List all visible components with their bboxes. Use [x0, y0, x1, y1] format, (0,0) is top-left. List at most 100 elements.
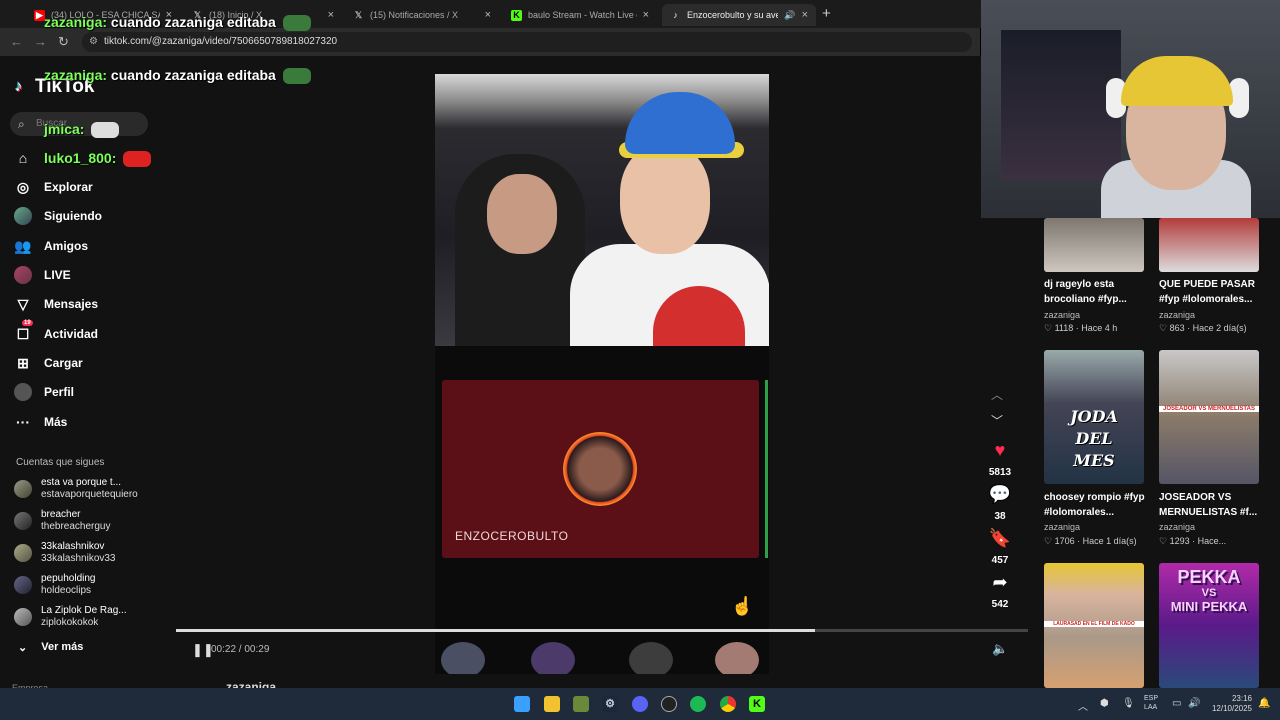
profile-card: ENZOCEROBULTO: [442, 380, 759, 558]
avatar: [629, 642, 673, 674]
browser-tab[interactable]: K baulo Stream - Watch Live on K ×: [503, 4, 657, 26]
browser-tab-active[interactable]: ♪ Enzocerobulto y su aventu 🔊 ×: [662, 4, 816, 26]
share-button[interactable]: ➦ 542: [982, 572, 1018, 612]
nav-item-live[interactable]: LIVE: [14, 264, 71, 286]
video-progress-bar[interactable]: [176, 629, 1028, 632]
clock[interactable]: 23:16 12/10/2025: [1210, 694, 1252, 714]
thumbnail-overlay-text: JOSEADOR VS MERNUELISTAS: [1159, 406, 1259, 412]
chrome-icon[interactable]: [720, 696, 736, 712]
like-button[interactable]: ♥ 5813: [982, 440, 1018, 480]
steam-icon[interactable]: ⚙: [602, 696, 618, 712]
new-tab-icon[interactable]: +: [822, 5, 831, 22]
video-frame: [435, 74, 769, 346]
obs-icon[interactable]: [661, 696, 677, 712]
chevron-up-icon[interactable]: ︿: [1078, 698, 1088, 713]
video-title[interactable]: JOSEADOR VS MERNUELISTAS #f...: [1159, 490, 1269, 520]
video-progress-fill: [176, 629, 815, 632]
video-thumbnail[interactable]: LAURASAD EN EL FILM DE KADO: [1044, 563, 1144, 688]
friends-icon: 👥: [14, 237, 32, 254]
video-title[interactable]: choosey rompio #fyp #lolomorales...: [1044, 490, 1154, 520]
following-icon: [14, 207, 32, 225]
nav-item-home[interactable]: ⌂: [14, 147, 32, 169]
home-icon: ⌂: [18, 150, 28, 166]
person-face: [620, 144, 710, 254]
speaker-icon[interactable]: 🔊: [784, 10, 795, 21]
comment-icon: 💬: [988, 484, 1012, 504]
close-tab-icon[interactable]: ×: [643, 9, 649, 21]
video-title[interactable]: dj rageylo esta brocoliano #fyp...: [1044, 277, 1154, 307]
heart-outline-icon: ♡: [1159, 323, 1168, 333]
chevron-up-icon[interactable]: ︿: [991, 386, 1003, 403]
avatar: [563, 432, 637, 506]
video-thumbnail[interactable]: JODA DEL MES: [1044, 350, 1144, 484]
kick-icon: K: [511, 9, 522, 21]
spotify-icon[interactable]: [690, 696, 706, 712]
nav-item-actividad[interactable]: ☐ 19 Actividad: [14, 320, 98, 345]
following-item[interactable]: breacher thebreacherguy: [14, 509, 111, 533]
heart-outline-icon: ♡: [1044, 323, 1053, 333]
avatar: [441, 642, 485, 674]
following-item[interactable]: 33kalashnikov 33kalashnikov33: [14, 541, 116, 565]
video-author[interactable]: zazaniga: [1044, 310, 1080, 320]
file-explorer-icon[interactable]: [544, 696, 560, 712]
upload-icon: ⊞: [17, 354, 29, 371]
site-info-icon[interactable]: ⚙: [89, 32, 98, 52]
thumbnail-overlay-text: JODA DEL MES: [1070, 407, 1118, 470]
profile-icon: [14, 383, 32, 401]
close-tab-icon[interactable]: ×: [328, 9, 334, 21]
volume-icon[interactable]: 🔈: [992, 641, 1008, 657]
see-more-button[interactable]: ⌄ Ver más: [18, 641, 83, 654]
following-item[interactable]: La Ziplok De Rag... ziplokokokok: [14, 605, 127, 629]
discord-icon[interactable]: [632, 696, 648, 712]
tiktok-icon: ♪: [15, 78, 23, 95]
video-thumbnail[interactable]: PEKKA VS MINI PEKKA: [1159, 563, 1259, 688]
windows-start-icon[interactable]: [514, 696, 530, 712]
volume-icon[interactable]: 🔊: [1188, 698, 1200, 709]
forward-icon[interactable]: →: [34, 34, 47, 49]
save-button[interactable]: 🔖 457: [982, 528, 1018, 568]
nav-item-siguiendo[interactable]: Siguiendo: [14, 205, 102, 227]
nav-item-mas[interactable]: ··· Más: [14, 411, 67, 433]
video-thumbnail[interactable]: [1044, 218, 1144, 272]
video-player[interactable]: ENZOCEROBULTO: [435, 74, 769, 674]
reload-icon[interactable]: ↻: [58, 34, 69, 50]
video-title[interactable]: QUE PUEDE PASAR #fyp #lolomorales...: [1159, 277, 1269, 307]
video-time: 00:22 / 00:29: [211, 644, 270, 655]
microphone-icon[interactable]: 🎙: [1122, 698, 1135, 709]
window-background: [1001, 30, 1121, 180]
yellow-cap: [1121, 56, 1233, 106]
network-icon[interactable]: ▭: [1172, 698, 1181, 709]
language-indicator[interactable]: ESP LAA: [1144, 694, 1158, 712]
video-author[interactable]: zazaniga: [1159, 310, 1195, 320]
url-field[interactable]: ⚙ tiktok.com/@zazaniga/video/75066507898…: [82, 32, 972, 52]
emote-icon: [123, 151, 152, 168]
comment-button[interactable]: 💬 38: [982, 484, 1018, 524]
chat-message: jmica:: [44, 121, 120, 139]
next-card-edge: [765, 380, 768, 558]
kick-icon[interactable]: K: [749, 696, 765, 712]
close-tab-icon[interactable]: ×: [802, 9, 808, 21]
compass-icon: ◎: [16, 178, 30, 195]
nav-item-perfil[interactable]: Perfil: [14, 381, 74, 403]
notification-icon[interactable]: 🔔: [1258, 698, 1270, 709]
emote-icon: [91, 122, 120, 139]
video-author[interactable]: zazaniga: [1159, 522, 1195, 532]
nav-item-cargar[interactable]: ⊞ Cargar: [14, 352, 83, 374]
search-icon: ⌕: [18, 117, 25, 131]
live-icon: [14, 266, 32, 284]
chevron-down-icon[interactable]: ﹀: [991, 412, 1003, 429]
video-thumbnail[interactable]: JOSEADOR VS MERNUELISTAS: [1159, 350, 1259, 484]
nav-item-amigos[interactable]: 👥 Amigos: [14, 235, 88, 257]
following-item[interactable]: esta va porque t... estavaporquetequiero: [14, 477, 138, 501]
nav-item-mensajes[interactable]: ▽ Mensajes: [14, 293, 98, 315]
close-tab-icon[interactable]: ×: [485, 9, 491, 21]
nav-item-explorar[interactable]: ◎ Explorar: [14, 176, 93, 198]
video-author[interactable]: zazaniga: [1044, 522, 1080, 532]
browser-tab[interactable]: 𝕏 (15) Notificaciones / X ×: [345, 4, 499, 26]
shield-icon[interactable]: ⬢: [1100, 698, 1109, 709]
app-icon[interactable]: [573, 696, 589, 712]
video-thumbnail[interactable]: [1159, 218, 1259, 272]
back-icon[interactable]: ←: [10, 34, 23, 49]
card-name: ENZOCEROBULTO: [455, 529, 569, 543]
following-item[interactable]: pepuholding holdeoclips: [14, 573, 96, 597]
